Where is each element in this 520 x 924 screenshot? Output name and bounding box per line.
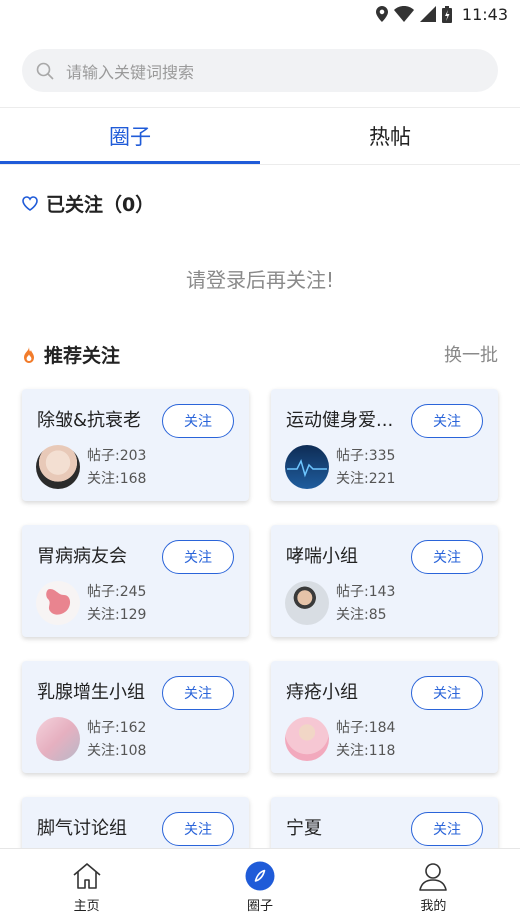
- group-card[interactable]: 胃病病友会 关注 帖子:245 关注:129: [22, 525, 249, 637]
- group-avatar: [36, 581, 80, 625]
- follow-count: 关注:168: [87, 471, 147, 487]
- group-name: 乳腺增生小组: [37, 682, 145, 703]
- follow-count: 关注:129: [87, 607, 147, 623]
- nav-circles[interactable]: 圈子: [173, 849, 346, 924]
- follow-count: 关注:221: [336, 471, 396, 487]
- group-avatar: [285, 445, 329, 489]
- group-card[interactable]: 痔疮小组 关注 帖子:184 关注:118: [271, 661, 498, 773]
- group-card[interactable]: 乳腺增生小组 关注 帖子:162 关注:108: [22, 661, 249, 773]
- login-prompt[interactable]: 请登录后再关注!: [0, 264, 520, 293]
- follow-count: 关注:118: [336, 743, 396, 759]
- compass-icon: [245, 861, 275, 891]
- recommended-section-title: 推荐关注: [22, 341, 120, 368]
- battery-icon: [441, 5, 452, 23]
- group-card[interactable]: 除皱&抗衰老 关注 帖子:203 关注:168: [22, 389, 249, 501]
- follow-button[interactable]: 关注: [411, 404, 483, 438]
- follow-count: 关注:108: [87, 743, 147, 759]
- status-icons: 11:43: [375, 4, 508, 24]
- follow-button[interactable]: 关注: [411, 676, 483, 710]
- divider: [0, 164, 520, 165]
- group-stats: 帖子:335 关注:221: [336, 445, 395, 491]
- home-icon: [73, 863, 101, 889]
- status-bar: 11:43: [0, 0, 520, 28]
- group-name: 痔疮小组: [286, 682, 358, 703]
- post-count: 帖子:184: [336, 720, 396, 736]
- post-count: 帖子:162: [87, 720, 147, 736]
- group-avatar: [285, 581, 329, 625]
- group-name: 除皱&抗衰老: [37, 410, 142, 431]
- group-stats: 帖子:162 关注:108: [87, 717, 146, 763]
- follow-button[interactable]: 关注: [162, 540, 234, 574]
- signal-icon: [419, 6, 436, 22]
- wifi-icon: [393, 6, 414, 22]
- post-count: 帖子:245: [87, 584, 147, 600]
- user-icon: [419, 863, 448, 891]
- group-name: 哮喘小组: [286, 546, 358, 567]
- nav-me[interactable]: 我的: [347, 849, 520, 924]
- group-card[interactable]: 哮喘小组 关注 帖子:143 关注:85: [271, 525, 498, 637]
- location-icon: [375, 6, 388, 22]
- followed-title-text: 已关注（0）: [46, 194, 155, 216]
- group-avatar: [285, 717, 329, 761]
- follow-button[interactable]: 关注: [162, 676, 234, 710]
- refresh-batch-button[interactable]: 换一批: [444, 341, 498, 367]
- tab-circles[interactable]: 圈子: [0, 108, 260, 164]
- group-avatar: [36, 717, 80, 761]
- follow-button[interactable]: 关注: [162, 404, 234, 438]
- group-stats: 帖子:203 关注:168: [87, 445, 146, 491]
- heart-icon: [22, 196, 38, 211]
- post-count: 帖子:143: [336, 584, 396, 600]
- search-icon: [36, 62, 54, 80]
- bottom-nav: 主页 圈子 我的: [0, 848, 520, 924]
- group-stats: 帖子:184 关注:118: [336, 717, 395, 763]
- flame-icon: [24, 346, 34, 363]
- group-name: 脚气讨论组: [37, 818, 127, 839]
- group-card[interactable]: 运动健身爱... 关注 帖子:335 关注:221: [271, 389, 498, 501]
- followed-section-title: 已关注（0）: [22, 190, 154, 217]
- group-name: 胃病病友会: [37, 546, 127, 567]
- search-input[interactable]: 请输入关键词搜索: [22, 49, 498, 92]
- nav-me-label: 我的: [420, 899, 447, 914]
- post-count: 帖子:335: [336, 448, 396, 464]
- tab-hot-posts[interactable]: 热帖: [260, 108, 520, 164]
- follow-count: 关注:85: [336, 607, 387, 623]
- group-name: 运动健身爱...: [286, 410, 394, 431]
- tab-bar: 圈子 热帖: [0, 108, 520, 164]
- group-stats: 帖子:143 关注:85: [336, 581, 395, 627]
- nav-home[interactable]: 主页: [0, 849, 173, 924]
- group-stats: 帖子:245 关注:129: [87, 581, 146, 627]
- nav-circles-label: 圈子: [246, 899, 273, 914]
- follow-button[interactable]: 关注: [162, 812, 234, 846]
- group-avatar: [36, 445, 80, 489]
- follow-button[interactable]: 关注: [411, 540, 483, 574]
- recommended-title-text: 推荐关注: [44, 345, 121, 367]
- follow-button[interactable]: 关注: [411, 812, 483, 846]
- search-placeholder: 请输入关键词搜索: [66, 62, 195, 82]
- group-name: 宁夏: [286, 818, 322, 839]
- status-time: 11:43: [461, 4, 508, 24]
- post-count: 帖子:203: [87, 448, 147, 464]
- nav-home-label: 主页: [73, 899, 100, 914]
